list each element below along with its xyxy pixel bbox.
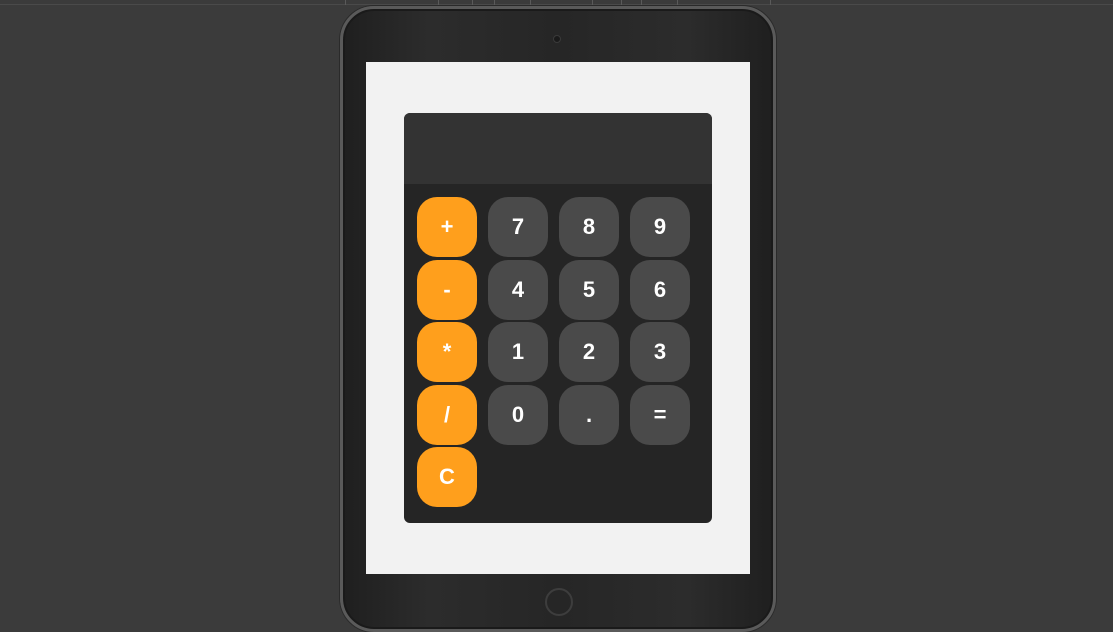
calculator: + - * / C 7 8 9 4 5 6 1 2 3 0. = [404,113,712,523]
ruler-tick [621,0,622,5]
add-button[interactable]: + [417,197,477,257]
ruler-tick [592,0,593,5]
ruler-tick [438,0,439,5]
ruler-tick [677,0,678,5]
digit-1-button[interactable]: 1 [488,322,548,382]
divide-button[interactable]: / [417,384,477,445]
ruler-tick [530,0,531,5]
multiply-button[interactable]: * [417,322,477,382]
digit-6-button[interactable]: 6 [630,259,690,320]
digit-0-button[interactable]: 0 [488,384,548,445]
calculator-display [404,113,712,184]
ruler-tick [770,0,771,5]
digit-8-button[interactable]: 8 [559,197,619,257]
digit-4-button[interactable]: 4 [488,259,548,320]
front-camera [553,35,561,43]
ruler-tick [345,0,346,5]
decimal-button[interactable]: . [559,384,619,445]
subtract-button[interactable]: - [417,259,477,320]
ruler-tick [494,0,495,5]
home-button[interactable] [545,588,573,616]
digit-3-button[interactable]: 3 [630,322,690,382]
digit-2-button[interactable]: 2 [559,322,619,382]
digit-9-button[interactable]: 9 [630,197,690,257]
ruler-tick [472,0,473,5]
ruler-tick [641,0,642,5]
digit-7-button[interactable]: 7 [488,197,548,257]
digit-5-button[interactable]: 5 [559,259,619,320]
clear-button[interactable]: C [417,447,477,507]
top-ruler [0,0,1113,5]
equals-button[interactable]: = [630,384,690,445]
